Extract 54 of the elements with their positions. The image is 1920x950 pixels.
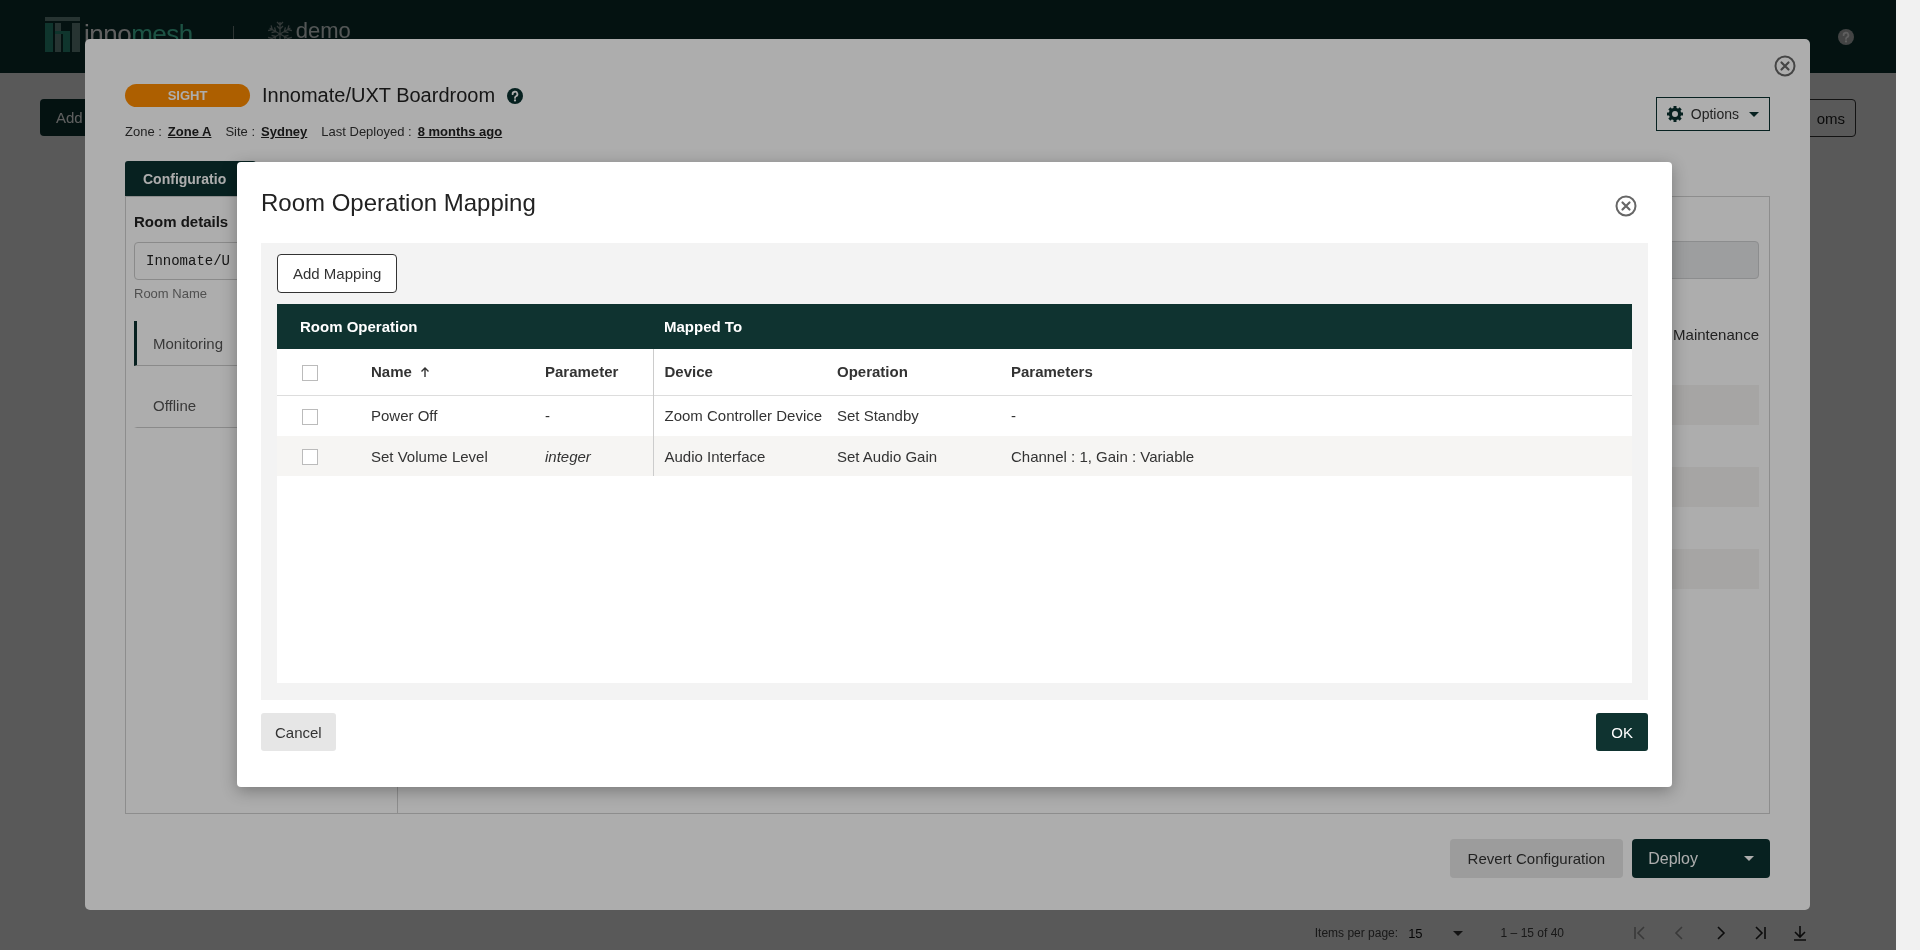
row-checkbox[interactable] xyxy=(302,408,318,425)
logo-icon xyxy=(45,17,80,52)
column-header[interactable]: Device xyxy=(653,349,837,395)
close-icon[interactable] xyxy=(1615,194,1637,217)
deploy-button[interactable]: Deploy xyxy=(1632,839,1770,878)
room-title: Innomate/UXT Boardroom xyxy=(262,84,496,107)
column-header[interactable]: Parameter xyxy=(545,349,653,395)
page-range: 1 – 15 of 40 xyxy=(1500,926,1564,940)
caret-icon xyxy=(1749,111,1759,117)
table-cell: Zoom Controller Device xyxy=(653,395,837,436)
cancel-button[interactable]: Cancel xyxy=(261,713,336,751)
revert-button[interactable]: Revert Configuration xyxy=(1449,839,1624,878)
meta-link[interactable]: 8 months ago xyxy=(417,124,503,139)
meta-link[interactable]: Zone A xyxy=(167,124,212,139)
first-page-icon[interactable] xyxy=(1632,925,1648,941)
table-cell: Set Standby xyxy=(837,395,1011,436)
table-cell: Channel : 1, Gain : Variable xyxy=(1011,436,1632,476)
table-cell: Set Volume Level xyxy=(371,436,545,476)
section-title: Room details xyxy=(134,213,230,230)
select-all-checkbox[interactable] xyxy=(302,364,318,381)
caret-icon[interactable] xyxy=(1744,856,1754,861)
close-icon[interactable] xyxy=(1774,55,1796,77)
column-group-header: Room Operation xyxy=(277,304,653,349)
modal-title: Room Operation Mapping xyxy=(261,188,536,217)
table-row[interactable]: Power Off - Zoom Controller Device Set Standby - xyxy=(277,395,1632,436)
help-icon[interactable] xyxy=(507,87,524,104)
table-cell: - xyxy=(1011,395,1632,436)
meta-label: Zone : xyxy=(125,124,162,139)
meta-label: Last Deployed : xyxy=(321,124,412,139)
meta-label: Site : xyxy=(225,124,256,139)
table-cell: Set Audio Gain xyxy=(837,436,1011,476)
options-button[interactable]: Options xyxy=(1655,97,1770,131)
settings-icon xyxy=(1666,106,1683,122)
download-icon[interactable] xyxy=(1792,925,1808,941)
table-cell: Audio Interface xyxy=(653,436,837,476)
column-header[interactable]: Parameters xyxy=(1011,349,1632,395)
table-cell: integer xyxy=(545,436,653,476)
ok-button[interactable]: OK xyxy=(1596,713,1648,751)
tenant-name: demo xyxy=(295,17,351,44)
table-cell: Power Off xyxy=(371,395,545,436)
add-mapping-button[interactable]: Add Mapping xyxy=(277,254,398,293)
column-group-header: Mapped To xyxy=(653,304,1632,349)
caret-icon xyxy=(1452,930,1463,936)
meta-link[interactable]: Sydney xyxy=(261,124,308,139)
option-label: Maintenance xyxy=(1673,326,1759,343)
table-row[interactable]: Set Volume Level integer Audio Interface Set Audio Gain Channel : 1, Gain : Variable xyxy=(277,436,1632,476)
field-label: Room Name xyxy=(134,286,208,301)
column-header[interactable]: Operation xyxy=(837,349,1011,395)
table-cell: - xyxy=(545,395,653,436)
items-per-page-label: Items per page: xyxy=(1314,926,1399,940)
last-page-icon[interactable] xyxy=(1752,925,1768,941)
column-header[interactable]: Name xyxy=(371,349,545,395)
row-checkbox[interactable] xyxy=(302,449,318,465)
product-badge: SIGHT xyxy=(125,84,250,107)
